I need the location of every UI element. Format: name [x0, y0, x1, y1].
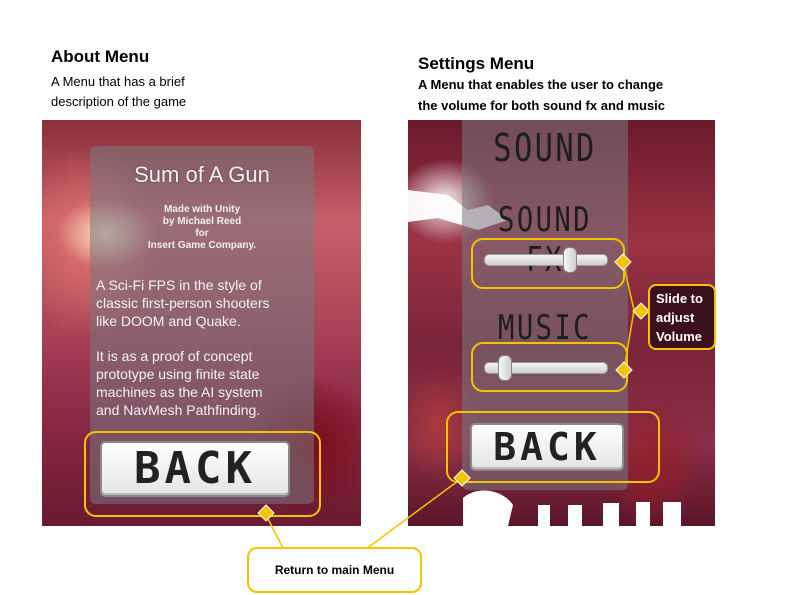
callout-line: Volume — [656, 329, 702, 344]
return-main-menu-callout: Return to main Menu — [247, 547, 422, 593]
slide-volume-callout: Slide to adjust Volume — [648, 284, 716, 350]
callout-line: adjust — [656, 310, 695, 325]
callout-line: Slide to — [656, 291, 703, 306]
